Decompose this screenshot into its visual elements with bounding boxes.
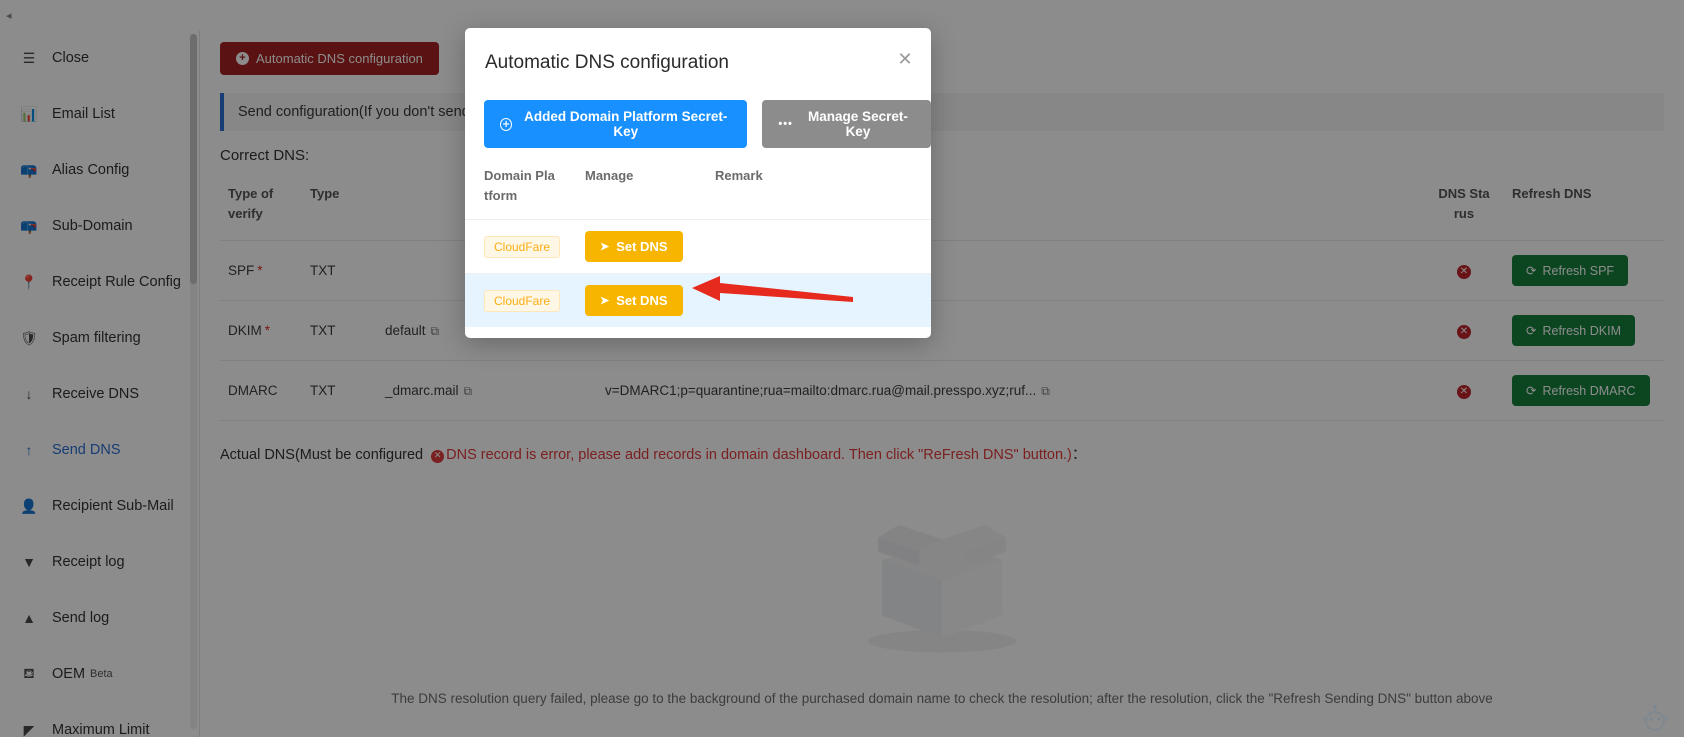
send-icon: ➤: [600, 241, 610, 253]
manage-secret-key-label: Manage Secret-Key: [808, 109, 908, 139]
header-domain-platform: Domain Pla tform: [484, 168, 555, 203]
header-manage: Manage: [585, 168, 634, 183]
help-assistant-icon[interactable]: [1640, 701, 1670, 731]
dialog-action-buttons: + Added Domain Platform Secret-Key ••• M…: [465, 74, 931, 148]
modal-table-header-row: Domain Pla tform Manage Remark: [465, 156, 931, 220]
added-domain-platform-secret-key-button[interactable]: + Added Domain Platform Secret-Key: [484, 100, 748, 148]
secret-key-table: Domain Pla tform Manage Remark CloudFare…: [465, 156, 931, 327]
ellipsis-icon: •••: [778, 118, 793, 130]
header-remark: Remark: [715, 168, 763, 183]
manage-secret-key-button[interactable]: ••• Manage Secret-Key: [762, 100, 931, 148]
automatic-dns-configuration-dialog: Automatic DNS configuration ✕ + Added Do…: [465, 28, 931, 338]
close-icon[interactable]: ✕: [895, 50, 915, 70]
set-dns-button[interactable]: ➤ Set DNS: [585, 231, 683, 262]
app-root: ◂ ☰ Close 📊 Email List 📪 Alias Config 📪 Sub-Dom…: [0, 0, 1684, 737]
set-dns-label: Set DNS: [616, 239, 668, 254]
platform-tag: CloudFare: [484, 289, 561, 312]
modal-table-row[interactable]: CloudFare ➤ Set DNS: [465, 273, 931, 328]
cell-manage: ➤ Set DNS: [577, 274, 707, 328]
set-dns-button[interactable]: ➤ Set DNS: [585, 285, 683, 316]
cell-domain-platform: CloudFare: [465, 220, 577, 274]
modal-table-row[interactable]: CloudFare ➤ Set DNS: [465, 219, 931, 274]
dialog-title: Automatic DNS configuration: [485, 52, 729, 73]
set-dns-label: Set DNS: [616, 293, 668, 308]
plus-circle-icon: +: [500, 117, 513, 131]
cell-remark: [707, 220, 931, 274]
added-domain-platform-secret-key-label: Added Domain Platform Secret-Key: [524, 109, 728, 139]
platform-tag: CloudFare: [484, 235, 561, 258]
cell-manage: ➤ Set DNS: [577, 220, 707, 274]
cell-domain-platform: CloudFare: [465, 274, 577, 328]
send-icon: ➤: [600, 295, 610, 307]
cell-remark: [707, 274, 931, 328]
